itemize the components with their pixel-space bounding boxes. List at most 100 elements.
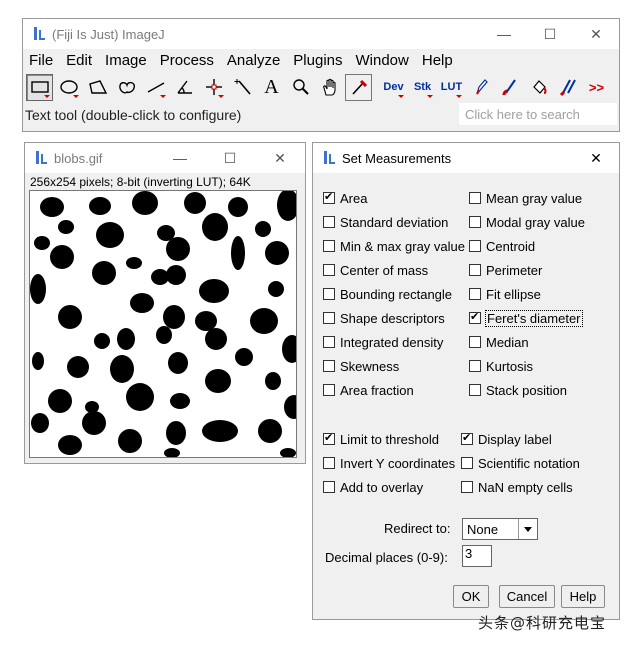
checkbox-bounding-rectangle[interactable] bbox=[323, 288, 335, 300]
close-icon[interactable]: ✕ bbox=[573, 143, 619, 173]
checkbox-center-of-mass[interactable] bbox=[323, 264, 335, 276]
dialog-titlebar[interactable]: Set Measurements ✕ bbox=[313, 143, 619, 173]
checkbox-stack-position[interactable] bbox=[469, 384, 481, 396]
checkbox-scientific-notation[interactable] bbox=[461, 457, 473, 469]
image-canvas[interactable] bbox=[29, 190, 297, 458]
maximize-icon[interactable]: ☐ bbox=[205, 143, 255, 173]
checkbox-median[interactable] bbox=[469, 336, 481, 348]
option-add-to-overlay[interactable]: Add to overlay bbox=[323, 478, 423, 496]
fiji-app-icon bbox=[33, 27, 46, 41]
checkbox-kurtosis[interactable] bbox=[469, 360, 481, 372]
option-integrated-density[interactable]: Integrated density bbox=[323, 333, 443, 351]
close-icon[interactable]: ✕ bbox=[573, 19, 619, 49]
option-nan-empty-cells[interactable]: NaN empty cells bbox=[461, 478, 573, 496]
option-display-label[interactable]: Display label bbox=[461, 430, 552, 448]
angle-tool-button[interactable] bbox=[171, 74, 198, 101]
checkbox-fit-ellipse[interactable] bbox=[469, 288, 481, 300]
cancel-button[interactable]: Cancel bbox=[499, 585, 555, 608]
main-titlebar[interactable]: (Fiji Is Just) ImageJ — ☐ ✕ bbox=[23, 19, 619, 49]
option-modal-gray-value[interactable]: Modal gray value bbox=[469, 213, 585, 231]
line-icon bbox=[147, 82, 164, 93]
checkbox-shape-descriptors[interactable] bbox=[323, 312, 335, 324]
close-icon[interactable]: ✕ bbox=[255, 143, 305, 173]
image-titlebar[interactable]: blobs.gif — ☐ ✕ bbox=[25, 143, 305, 173]
checkbox-ferets-diameter[interactable] bbox=[469, 310, 481, 324]
magnifier-tool-button[interactable] bbox=[287, 74, 314, 101]
menu-analyze[interactable]: Analyze bbox=[227, 52, 287, 69]
menu-process[interactable]: Process bbox=[160, 52, 221, 69]
brush-tool-button[interactable] bbox=[496, 74, 523, 101]
redirect-select[interactable]: None bbox=[462, 518, 538, 540]
search-input[interactable]: Click here to search bbox=[459, 103, 617, 125]
menu-edit[interactable]: Edit bbox=[66, 52, 99, 69]
maximize-icon[interactable]: ☐ bbox=[527, 19, 573, 49]
multi-brush-tool-button[interactable] bbox=[554, 74, 581, 101]
chevron-down-icon[interactable] bbox=[518, 519, 537, 539]
option-mean-gray-value[interactable]: Mean gray value bbox=[469, 189, 582, 207]
option-ferets-diameter[interactable]: Feret's diameter bbox=[469, 309, 583, 327]
option-area-fraction[interactable]: Area fraction bbox=[323, 381, 414, 399]
wand-tool-button[interactable] bbox=[229, 74, 256, 101]
checkbox-integrated-density[interactable] bbox=[323, 336, 335, 348]
menu-image[interactable]: Image bbox=[105, 52, 154, 69]
option-invert-y[interactable]: Invert Y coordinates bbox=[323, 454, 455, 472]
polygon-tool-button[interactable] bbox=[84, 74, 111, 101]
checkbox-area[interactable] bbox=[323, 190, 335, 204]
help-button[interactable]: Help bbox=[561, 585, 605, 608]
point-tool-button[interactable] bbox=[200, 74, 227, 101]
menu-help[interactable]: Help bbox=[422, 52, 460, 69]
option-shape-descriptors[interactable]: Shape descriptors bbox=[323, 309, 445, 327]
pencil-tool-button[interactable] bbox=[467, 74, 494, 101]
option-median[interactable]: Median bbox=[469, 333, 529, 351]
menu-window[interactable]: Window bbox=[356, 52, 416, 69]
option-area[interactable]: Area bbox=[323, 189, 367, 207]
more-tools-button[interactable]: >> bbox=[583, 74, 610, 101]
checkbox-mean-gray-value[interactable] bbox=[469, 192, 481, 204]
color-picker-tool-button[interactable] bbox=[345, 73, 372, 101]
option-skewness[interactable]: Skewness bbox=[323, 357, 399, 375]
checkbox-skewness[interactable] bbox=[323, 360, 335, 372]
checkbox-min-max-gray[interactable] bbox=[323, 240, 335, 252]
label-modal-gray-value: Modal gray value bbox=[486, 214, 585, 230]
option-stack-position[interactable]: Stack position bbox=[469, 381, 567, 399]
scroll-tool-button[interactable] bbox=[316, 74, 343, 101]
checkbox-modal-gray-value[interactable] bbox=[469, 216, 481, 228]
oval-tool-button[interactable] bbox=[55, 74, 82, 101]
option-centroid[interactable]: Centroid bbox=[469, 237, 535, 255]
option-min-max-gray[interactable]: Min & max gray value bbox=[323, 237, 465, 255]
option-limit-to-threshold[interactable]: Limit to threshold bbox=[323, 430, 439, 448]
checkbox-display-label[interactable] bbox=[461, 431, 473, 445]
option-standard-deviation[interactable]: Standard deviation bbox=[323, 213, 448, 231]
decimal-places-input[interactable]: 3 bbox=[462, 545, 492, 567]
option-center-of-mass[interactable]: Center of mass bbox=[323, 261, 428, 279]
option-scientific-notation[interactable]: Scientific notation bbox=[461, 454, 580, 472]
label-shape-descriptors: Shape descriptors bbox=[340, 310, 445, 326]
option-perimeter[interactable]: Perimeter bbox=[469, 261, 542, 279]
text-tool-button[interactable]: A bbox=[258, 74, 285, 101]
option-bounding-rectangle[interactable]: Bounding rectangle bbox=[323, 285, 452, 303]
dev-tool-button[interactable]: Dev bbox=[380, 74, 407, 101]
lut-tool-button[interactable]: LUT bbox=[438, 74, 465, 101]
checkbox-centroid[interactable] bbox=[469, 240, 481, 252]
freehand-tool-button[interactable] bbox=[113, 74, 140, 101]
label-area: Area bbox=[340, 190, 368, 206]
minimize-icon[interactable]: — bbox=[481, 19, 527, 49]
checkbox-perimeter[interactable] bbox=[469, 264, 481, 276]
checkbox-nan-empty-cells[interactable] bbox=[461, 481, 473, 493]
checkbox-standard-deviation[interactable] bbox=[323, 216, 335, 228]
checkbox-limit-to-threshold[interactable] bbox=[323, 431, 335, 445]
minimize-icon[interactable]: — bbox=[155, 143, 205, 173]
option-fit-ellipse[interactable]: Fit ellipse bbox=[469, 285, 541, 303]
option-kurtosis[interactable]: Kurtosis bbox=[469, 357, 533, 375]
dialog-body: Area Standard deviation Min & max gray v… bbox=[313, 173, 619, 619]
line-tool-button[interactable] bbox=[142, 74, 169, 101]
ok-button[interactable]: OK bbox=[453, 585, 489, 608]
checkbox-add-to-overlay[interactable] bbox=[323, 481, 335, 493]
rectangle-tool-button[interactable] bbox=[26, 73, 53, 101]
menu-plugins[interactable]: Plugins bbox=[293, 52, 349, 69]
stk-tool-button[interactable]: Stk bbox=[409, 74, 436, 101]
checkbox-area-fraction[interactable] bbox=[323, 384, 335, 396]
checkbox-invert-y[interactable] bbox=[323, 457, 335, 469]
menu-file[interactable]: File bbox=[29, 52, 60, 69]
flood-fill-tool-button[interactable] bbox=[525, 74, 552, 101]
